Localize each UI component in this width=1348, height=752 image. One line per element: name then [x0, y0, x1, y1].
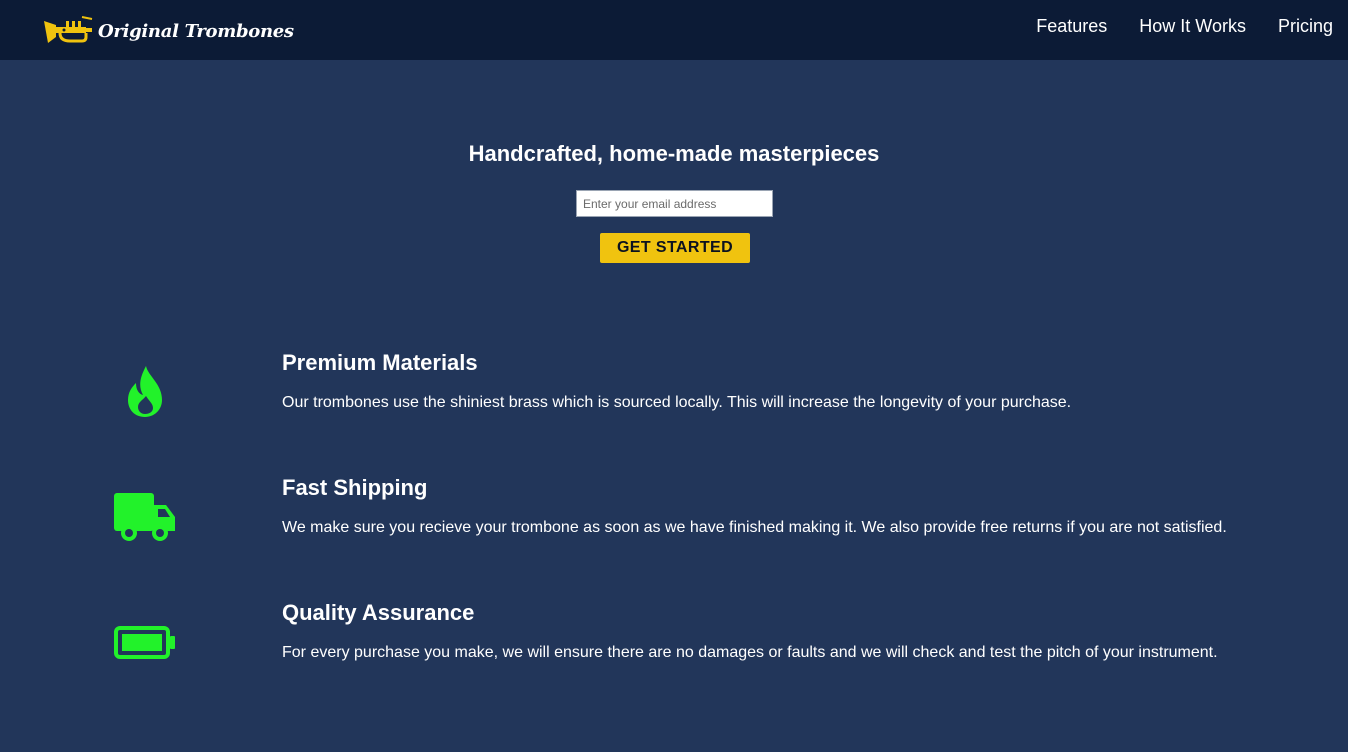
feature-item: Premium Materials Our trombones use the … [0, 350, 1348, 460]
feature-description: Our trombones use the shiniest brass whi… [282, 394, 1072, 411]
brand-logo[interactable]: Original Trombones [42, 14, 294, 48]
site-header: Original Trombones Features How It Works… [0, 0, 1348, 60]
main-nav: Features How It Works Pricing [1036, 16, 1333, 36]
feature-title: Quality Assurance [282, 600, 475, 625]
hero-title: Handcrafted, home-made masterpieces [468, 141, 880, 166]
truck-icon [114, 493, 176, 548]
feature-item: Quality Assurance For every purchase you… [0, 600, 1348, 710]
feature-title: Premium Materials [282, 350, 478, 375]
nav-link-features[interactable]: Features [1036, 16, 1107, 36]
battery-full-icon [114, 626, 176, 665]
brand-name: Original Trombones [98, 20, 294, 42]
feature-description: We make sure you recieve your trombone a… [282, 519, 1227, 536]
trumpet-icon [42, 15, 94, 47]
email-input[interactable] [576, 190, 773, 217]
feature-item: Fast Shipping We make sure you recieve y… [0, 475, 1348, 585]
nav-link-how-it-works[interactable]: How It Works [1139, 16, 1246, 36]
feature-description: For every purchase you make, we will ens… [282, 644, 1218, 661]
nav-link-pricing[interactable]: Pricing [1278, 16, 1333, 36]
feature-title: Fast Shipping [282, 475, 428, 500]
fire-icon [126, 366, 164, 423]
get-started-button[interactable]: GET STARTED [600, 233, 750, 263]
